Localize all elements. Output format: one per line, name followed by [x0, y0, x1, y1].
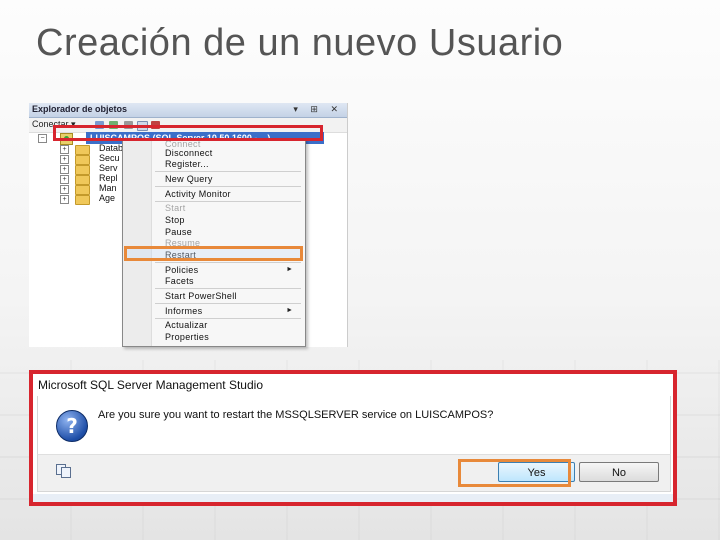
menu-item-policies[interactable]: Policies [165, 265, 198, 275]
copy-icon[interactable] [56, 464, 72, 478]
menu-item-informes[interactable]: Informes [165, 306, 202, 316]
dialog-title: Microsoft SQL Server Management Studio [38, 378, 263, 392]
menu-item-activity-monitor[interactable]: Activity Monitor [165, 189, 231, 199]
folder-icon [75, 195, 90, 205]
restart-highlight [124, 246, 303, 261]
yes-button-highlight [458, 459, 571, 487]
expand-icon[interactable]: + [60, 195, 69, 204]
tree-item-label: Repl [99, 173, 118, 183]
dialog-footer: Yes No [37, 454, 671, 492]
dialog-message: Are you sure you want to restart the MSS… [98, 409, 494, 421]
collapse-icon[interactable]: − [38, 134, 47, 143]
menu-item-properties[interactable]: Properties [165, 332, 209, 342]
server-context-menu: Connect Disconnect Register... New Query… [122, 138, 306, 347]
expand-icon[interactable]: + [60, 165, 69, 174]
object-explorer-title: Explorador de objetos [32, 104, 128, 114]
submenu-arrow-icon: ► [286, 307, 293, 314]
tree-item-label: Datab [99, 143, 124, 153]
submenu-arrow-icon: ► [286, 266, 293, 273]
menu-item-actualizar[interactable]: Actualizar [165, 320, 208, 330]
menu-separator [155, 318, 301, 319]
menu-separator [155, 201, 301, 202]
menu-item-register[interactable]: Register... [165, 159, 209, 169]
expand-icon[interactable]: + [60, 185, 69, 194]
help-icon: ? [56, 410, 88, 442]
tree-item-label: Secu [99, 153, 120, 163]
menu-separator [155, 303, 301, 304]
menu-item-start: Start [165, 203, 186, 213]
expand-icon[interactable]: + [60, 175, 69, 184]
dialog-titlebar: Microsoft SQL Server Management Studio [33, 374, 673, 396]
menu-separator [155, 171, 301, 172]
menu-item-disconnect[interactable]: Disconnect [165, 148, 213, 158]
server-node-highlight [53, 125, 323, 141]
tree-item-label: Age [99, 193, 116, 203]
menu-separator [155, 262, 301, 263]
object-explorer-titlebar: Explorador de objetos ▾ ⊞ ✕ [29, 103, 347, 118]
menu-item-new-query[interactable]: New Query [165, 174, 213, 184]
menu-item-pause[interactable]: Pause [165, 227, 192, 237]
expand-icon[interactable]: + [60, 145, 69, 154]
restart-confirmation-dialog: Microsoft SQL Server Management Studio ?… [29, 370, 677, 506]
menu-item-stop[interactable]: Stop [165, 215, 185, 225]
dialog-body: ? Are you sure you want to restart the M… [37, 396, 671, 454]
tree-item-label: Serv [99, 163, 118, 173]
expand-icon[interactable]: + [60, 155, 69, 164]
no-button[interactable]: No [579, 462, 659, 482]
slide-title: Creación de un nuevo Usuario [36, 22, 564, 64]
menu-separator [155, 186, 301, 187]
menu-separator [155, 288, 301, 289]
menu-icon-gutter [123, 139, 152, 346]
menu-item-start-powershell[interactable]: Start PowerShell [165, 291, 237, 301]
dialog-bottom-strip [33, 494, 673, 502]
tree-item-label: Man [99, 183, 117, 193]
panel-window-buttons[interactable]: ▾ ⊞ ✕ [293, 104, 343, 115]
menu-item-facets[interactable]: Facets [165, 276, 194, 286]
